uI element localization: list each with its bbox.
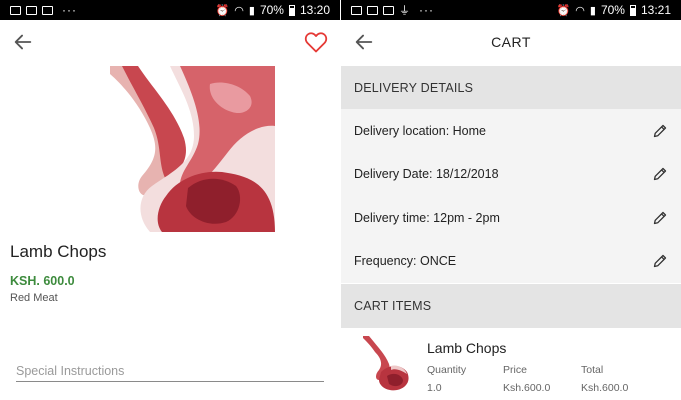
edit-pencil-icon[interactable] <box>652 123 668 139</box>
delivery-details-header: DELIVERY DETAILS <box>341 66 681 110</box>
product-category: Red Meat <box>10 292 58 304</box>
more-notifications-icon: ··· <box>419 3 434 17</box>
edit-pencil-icon[interactable] <box>652 166 668 182</box>
total-label: Total <box>581 364 604 376</box>
status-bar: ⏚ ··· ⏰ ◠ ▮ 70% 13:21 <box>341 0 681 20</box>
signal-icon: ▮ <box>248 4 255 17</box>
cart-screen: ⏚ ··· ⏰ ◠ ▮ 70% 13:21 CART DELIVERY DETA… <box>341 0 681 400</box>
product-price: KSH. 600.0 <box>10 274 75 288</box>
delivery-date-row[interactable]: Delivery Date: 18/12/2018 <box>341 153 681 197</box>
signal-icon: ▮ <box>589 4 596 17</box>
back-arrow-icon[interactable] <box>12 31 34 53</box>
total-value: Ksh.600.0 <box>581 382 629 394</box>
image-notification-icon <box>351 5 362 15</box>
delivery-details-list: Delivery location: Home Delivery Date: 1… <box>341 109 681 283</box>
cart-items-header: CART ITEMS <box>341 284 681 328</box>
frequency-label: Frequency: ONCE <box>354 254 457 269</box>
app-bar: CART <box>341 20 681 66</box>
clock: 13:20 <box>299 3 330 17</box>
quantity-value: 1.0 <box>427 382 442 394</box>
system-icons: ⏰ ◠ ▮ 70% 13:21 <box>557 3 671 17</box>
notification-icons: ⏚ ··· <box>351 2 434 18</box>
lamb-chop-thumbnail <box>363 336 409 391</box>
status-bar: ··· ⏰ ◠ ▮ 70% 13:20 <box>0 0 340 20</box>
battery-percent: 70% <box>259 3 284 17</box>
more-notifications-icon: ··· <box>62 3 77 17</box>
gallery-notification-icon <box>383 5 394 15</box>
delivery-time-row[interactable]: Delivery time: 12pm - 2pm <box>341 196 681 240</box>
favorite-heart-icon[interactable] <box>304 31 328 53</box>
delivery-location-row[interactable]: Delivery location: Home <box>341 109 681 153</box>
cart-item[interactable]: Lamb Chops Quantity Price Total 1.0 Ksh.… <box>341 328 681 400</box>
battery-icon <box>629 4 636 16</box>
price-label: Price <box>503 364 527 376</box>
battery-icon <box>288 4 295 16</box>
page-title: CART <box>491 34 531 50</box>
gallery-notification-icon <box>42 5 53 15</box>
usb-icon: ⏚ <box>399 5 410 17</box>
notification-icons: ··· <box>10 3 77 17</box>
system-icons: ⏰ ◠ ▮ 70% 13:20 <box>216 3 330 17</box>
cart-item-name: Lamb Chops <box>427 340 507 356</box>
edit-pencil-icon[interactable] <box>652 253 668 269</box>
battery-percent: 70% <box>600 3 625 17</box>
news-notification-icon <box>26 5 37 15</box>
image-notification-icon <box>10 5 21 15</box>
clock: 13:21 <box>640 3 671 17</box>
alarm-icon: ⏰ <box>215 4 230 17</box>
edit-pencil-icon[interactable] <box>652 210 668 226</box>
delivery-location-label: Delivery location: Home <box>354 123 486 138</box>
special-instructions-input[interactable] <box>16 360 324 382</box>
product-name: Lamb Chops <box>10 242 107 261</box>
wifi-icon: ◠ <box>575 4 585 17</box>
app-bar <box>0 20 340 66</box>
delivery-date-label: Delivery Date: 18/12/2018 <box>354 167 499 182</box>
quantity-label: Quantity <box>427 364 467 376</box>
product-screen: ··· ⏰ ◠ ▮ 70% 13:20 Lamb Chops KSH. 600.… <box>0 0 340 400</box>
wifi-icon: ◠ <box>234 4 244 17</box>
delivery-time-label: Delivery time: 12pm - 2pm <box>354 210 500 225</box>
lamb-chop-image <box>110 66 275 232</box>
alarm-icon: ⏰ <box>556 4 571 17</box>
frequency-row[interactable]: Frequency: ONCE <box>341 240 681 284</box>
news-notification-icon <box>367 5 378 15</box>
price-value: Ksh.600.0 <box>503 382 551 394</box>
